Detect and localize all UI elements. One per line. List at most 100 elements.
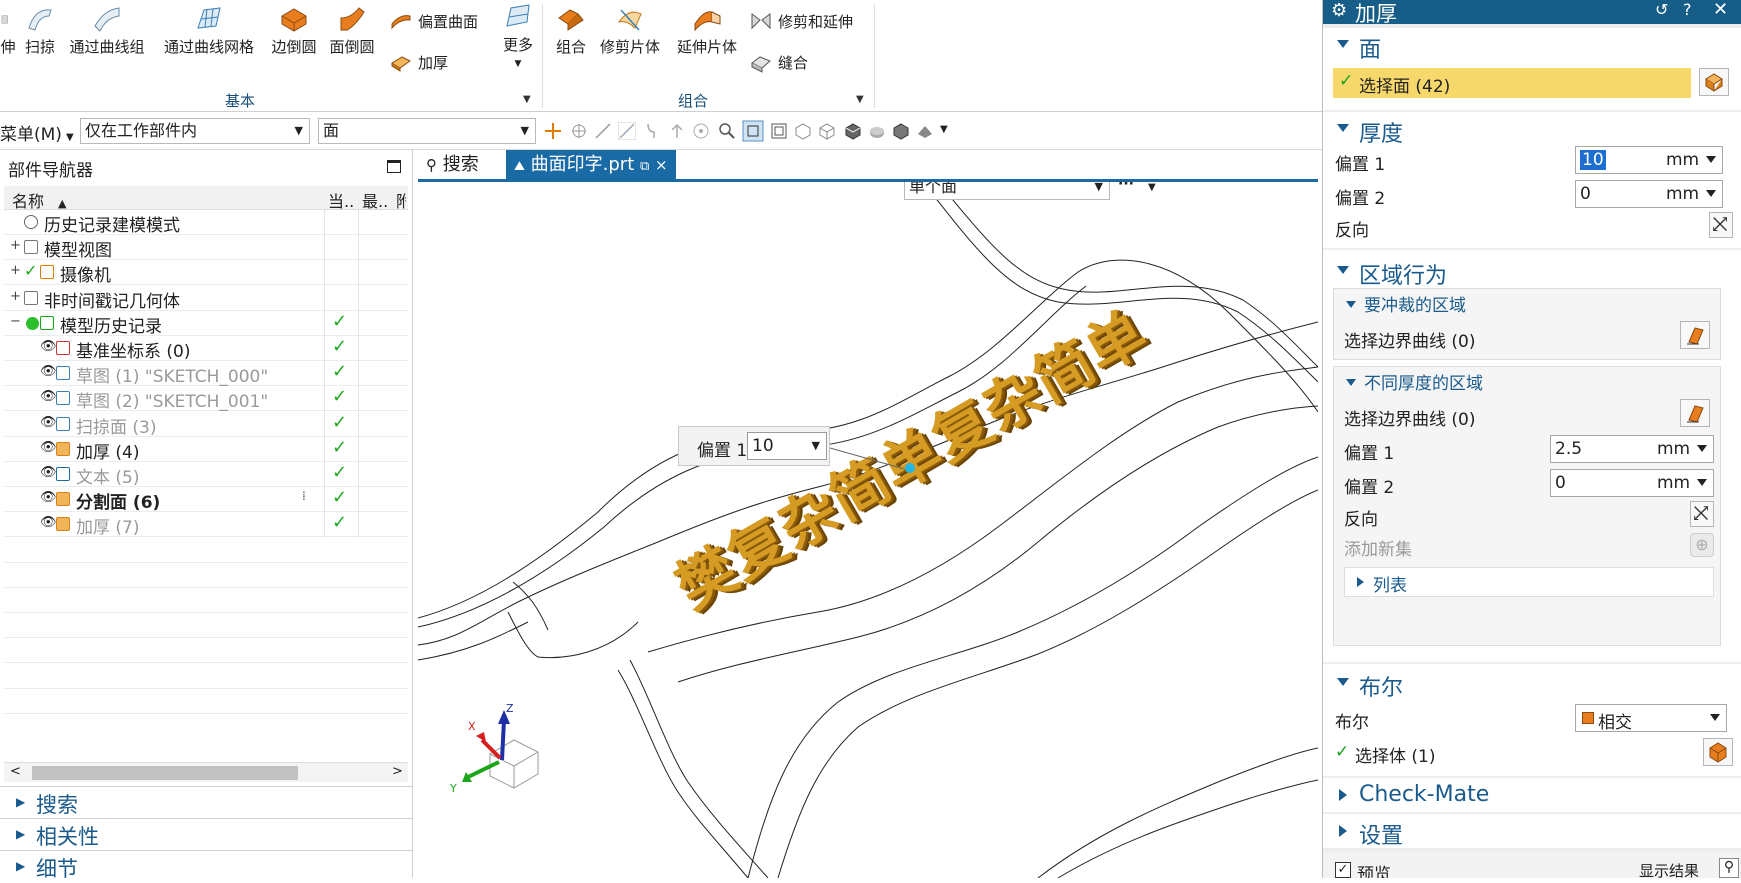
select-curve-button[interactable] xyxy=(1680,321,1710,349)
tree-row[interactable]: + ✓ 摄像机 xyxy=(4,260,408,286)
tree-row[interactable]: 👁 草图 (2) "SKETCH_001" ✓ xyxy=(4,386,408,412)
extend-sheet-button[interactable]: 延伸片体 xyxy=(670,4,744,57)
zoom-icon[interactable] xyxy=(718,122,736,140)
select-face-button[interactable] xyxy=(1699,68,1729,96)
tree-row[interactable]: 👁 扫掠面 (3) ✓ xyxy=(4,411,408,438)
diff-reverse-button[interactable] xyxy=(1690,501,1714,527)
through-curves-button[interactable]: 通过曲线组 xyxy=(62,4,152,57)
select-face-row[interactable]: ✓ 选择面 (42) xyxy=(1333,68,1691,98)
snap-line-icon[interactable] xyxy=(594,122,612,140)
thicken-button[interactable]: 加厚 xyxy=(390,51,448,73)
tree-row[interactable]: + 模型视图 xyxy=(4,235,408,261)
zoom-window-icon[interactable] xyxy=(770,122,788,140)
group-expand-icon-combine[interactable]: ▼ xyxy=(856,94,864,105)
snap-arrow-icon[interactable] xyxy=(668,122,686,140)
snap-circle-icon[interactable] xyxy=(692,122,710,140)
show-result-icon[interactable]: ⚲ xyxy=(1719,858,1739,878)
combine-button[interactable]: 组合 xyxy=(550,4,592,57)
tab-search[interactable]: ⚲ 搜索 xyxy=(418,150,487,180)
view-cube-icon[interactable] xyxy=(818,122,836,140)
visibility-icon[interactable]: 👁 xyxy=(40,339,57,354)
tab-file[interactable]: ⛰ 曲面印字.prt ⧉ × xyxy=(506,150,676,180)
gear-icon[interactable]: ⚙ xyxy=(1331,0,1347,21)
selection-mode-select[interactable]: 单个面 ▼ xyxy=(904,182,1110,200)
expand-icon[interactable]: + xyxy=(10,263,21,278)
sew-button[interactable]: 缝合 xyxy=(750,51,808,73)
tree-row[interactable]: 👁 草图 (1) "SKETCH_000" ✓ xyxy=(4,361,408,387)
more-button[interactable]: 更多 ▼ xyxy=(496,2,540,69)
view-iso-icon[interactable] xyxy=(794,122,812,140)
face-blend-button[interactable]: 面倒圆 xyxy=(324,4,380,57)
graphics-viewport[interactable]: 樊复杂简单复杂简单 单个面 ▼ ··· ▼ 偏置 1 10 ▼ Z X Y xyxy=(418,182,1318,878)
offset1-input[interactable]: 10 mm xyxy=(1575,146,1723,174)
snap-point-icon[interactable] xyxy=(544,122,562,140)
undock-icon[interactable]: ⧉ xyxy=(640,159,649,174)
maximize-icon[interactable] xyxy=(387,160,401,173)
boolean-select[interactable]: 相交 xyxy=(1575,704,1727,733)
close-icon[interactable]: × xyxy=(655,156,668,174)
offset-onscreen-field[interactable]: 10 ▼ xyxy=(747,432,827,460)
list-expander[interactable]: 列表 xyxy=(1344,567,1714,597)
settings-section[interactable]: 设置 xyxy=(1323,814,1741,849)
help-icon[interactable]: ? xyxy=(1683,0,1692,19)
region-section-header[interactable]: 区域行为 xyxy=(1323,254,1741,289)
tree-row[interactable]: 👁 文本 (5) ✓ xyxy=(4,462,408,488)
visibility-icon[interactable]: 👁 xyxy=(40,364,57,379)
visibility-icon[interactable]: 👁 xyxy=(40,440,57,455)
collapse-icon[interactable] xyxy=(1346,301,1356,308)
filter-scope-select[interactable]: 仅在工作部件内 ▼ xyxy=(80,118,310,144)
column-name[interactable]: 名称 ▲ xyxy=(12,188,66,212)
show-result-label[interactable]: 显示结果 xyxy=(1639,860,1699,878)
expand-icon[interactable]: + xyxy=(10,289,21,304)
scrollbar-thumb[interactable] xyxy=(32,766,298,780)
reverse-direction-button[interactable] xyxy=(1709,212,1733,238)
tree-row[interactable]: 历史记录建模模式 xyxy=(4,210,408,236)
close-icon[interactable]: ✕ xyxy=(1713,0,1728,20)
add-set-button[interactable]: ⊕ xyxy=(1690,533,1714,557)
collapse-icon[interactable]: − xyxy=(10,314,21,329)
visibility-icon[interactable]: 👁 xyxy=(40,389,57,404)
view-shaded-edge-icon[interactable] xyxy=(844,122,862,140)
horizontal-scrollbar[interactable]: < > xyxy=(4,762,408,782)
render-style-icon[interactable] xyxy=(916,122,934,140)
edge-blend-button[interactable]: 边倒圆 xyxy=(266,4,322,57)
boolean-section-header[interactable]: 布尔 xyxy=(1323,666,1741,701)
checkmate-section[interactable]: Check-Mate xyxy=(1323,778,1741,812)
section-dependencies[interactable]: ▶ 相关性 xyxy=(0,818,412,850)
visibility-icon[interactable]: 👁 xyxy=(40,465,57,480)
trim-extend-button[interactable]: 修剪和延伸 xyxy=(750,10,853,32)
view-shaded-icon[interactable] xyxy=(868,122,886,140)
section-details[interactable]: ▶ 细节 xyxy=(0,850,412,882)
collapse-icon[interactable] xyxy=(1346,379,1356,386)
tree-row[interactable]: 👁 加厚 (4) ✓ xyxy=(4,436,408,463)
visibility-icon[interactable]: 👁 xyxy=(40,515,57,530)
tree-row[interactable]: 👁 分割面 (6) ✓ ⁞ xyxy=(4,487,408,513)
offset2-input[interactable]: 0 mm xyxy=(1575,180,1723,208)
view-solid-icon[interactable] xyxy=(892,122,910,140)
menu-button[interactable]: 菜单(M) ▼ xyxy=(0,120,74,145)
group-expand-icon-basic[interactable]: ▼ xyxy=(523,94,531,105)
section-search[interactable]: ▶ 搜索 xyxy=(0,786,412,818)
more-options-icon[interactable]: ··· xyxy=(1118,182,1134,192)
tree-row[interactable]: − 模型历史记录 ✓ xyxy=(4,310,408,337)
visibility-icon[interactable]: 👁 xyxy=(40,415,57,430)
extrude-button[interactable]: 伸 xyxy=(0,4,16,57)
snap-curve-icon[interactable] xyxy=(618,122,636,140)
column-latest[interactable]: 最.. xyxy=(362,188,388,212)
column-extra[interactable]: 附 xyxy=(396,188,406,212)
scroll-right-icon[interactable]: > xyxy=(392,764,403,779)
preview-checkbox[interactable]: ✓ xyxy=(1335,862,1351,878)
filter-type-select[interactable]: 面 ▼ xyxy=(318,118,536,144)
reset-icon[interactable]: ↺ xyxy=(1655,0,1668,19)
select-body-button[interactable] xyxy=(1703,738,1733,766)
face-section-header[interactable]: 面 xyxy=(1323,28,1741,63)
diff-offset1-input[interactable]: 2.5 mm xyxy=(1550,435,1714,463)
visibility-icon[interactable]: 👁 xyxy=(40,490,57,505)
tree-row[interactable]: 👁 基准坐标系 (0) ✓ xyxy=(4,336,408,362)
tree-row[interactable]: + 非时间戳记几何体 xyxy=(4,285,408,312)
diff-offset2-input[interactable]: 0 mm xyxy=(1550,469,1714,497)
options-dropdown-icon[interactable]: ▼ xyxy=(1148,182,1156,193)
thickness-section-header[interactable]: 厚度 xyxy=(1323,112,1741,147)
expand-icon[interactable]: + xyxy=(10,238,21,253)
fit-view-icon[interactable] xyxy=(742,120,764,142)
